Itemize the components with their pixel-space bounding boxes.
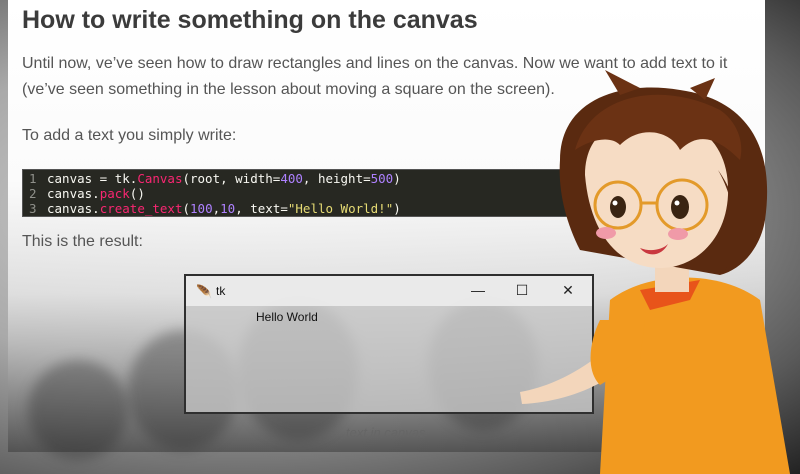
- page-title: How to write something on the canvas: [22, 6, 478, 34]
- code-token: ): [393, 201, 401, 216]
- code-token: ,: [212, 201, 221, 216]
- background-shadow: [28, 360, 128, 460]
- paragraph: To add a text you simply write:: [22, 127, 237, 144]
- tk-window-screenshot: 🪶 tk — ☐ ✕ Hello World: [184, 274, 594, 414]
- code-line-2: canvas.pack(): [47, 186, 145, 201]
- code-token: , height=: [302, 171, 371, 186]
- line-number: 3: [29, 201, 37, 216]
- canvas-text: Hello World: [256, 310, 318, 324]
- feather-icon: 🪶: [196, 284, 213, 299]
- image-caption: text in canvas: [346, 425, 426, 440]
- code-token: (: [182, 201, 191, 216]
- code-token: canvas = tk.: [47, 171, 138, 186]
- maximize-icon[interactable]: ☐: [512, 282, 532, 299]
- paragraph-line: (ve’ve seen something in the lesson abou…: [22, 81, 555, 98]
- code-token: Canvas: [137, 171, 183, 186]
- paragraph-line: Until now, ve’ve seen how to draw rectan…: [22, 55, 728, 72]
- paragraph: This is the result:: [22, 233, 143, 250]
- close-icon[interactable]: ✕: [558, 282, 578, 299]
- code-token: (): [129, 186, 145, 201]
- tk-window-title: tk: [216, 284, 226, 298]
- minimize-icon[interactable]: —: [468, 282, 488, 298]
- line-number: 2: [29, 186, 37, 201]
- tk-titlebar: 🪶 tk — ☐ ✕: [186, 276, 592, 306]
- code-token: (root, width=: [182, 171, 281, 186]
- code-token: canvas.: [47, 201, 100, 216]
- code-token: canvas.: [47, 186, 100, 201]
- code-line-3: canvas.create_text(100,10, text="Hello W…: [47, 201, 401, 216]
- code-block: 1 2 3 canvas = tk.Canvas(root, width=400…: [22, 169, 624, 217]
- code-token: "Hello World!": [287, 201, 394, 216]
- code-line-1: canvas = tk.Canvas(root, width=400, heig…: [47, 171, 401, 186]
- code-token: , text=: [235, 201, 288, 216]
- code-token: 500: [370, 171, 394, 186]
- code-token: 100: [190, 201, 213, 216]
- code-token: create_text: [99, 201, 183, 216]
- code-token: ): [393, 171, 401, 186]
- code-token: 400: [280, 171, 303, 186]
- code-token: pack: [99, 186, 130, 201]
- line-number: 1: [29, 171, 37, 186]
- tk-canvas: Hello World: [186, 306, 592, 412]
- code-token: 10: [220, 201, 236, 216]
